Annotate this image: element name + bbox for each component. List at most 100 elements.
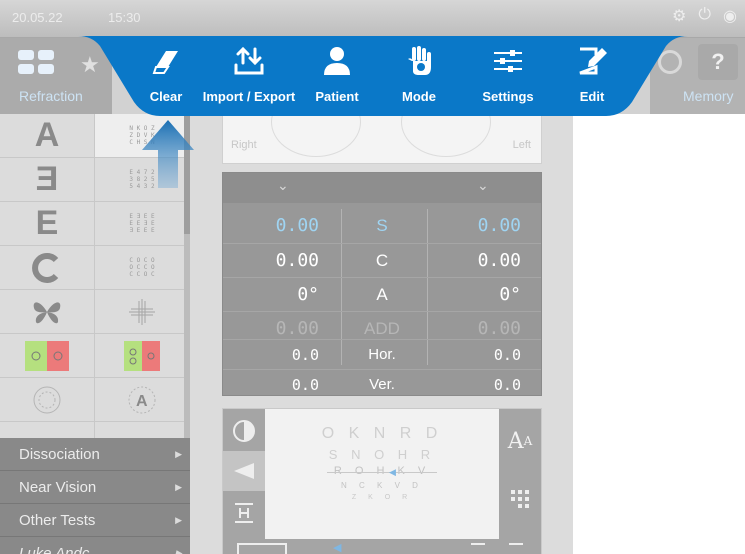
prescription-row[interactable]: 0° A 0° xyxy=(223,277,541,311)
import-export-label: Import / Export xyxy=(202,89,296,104)
menu-other-tests[interactable]: Other Tests ▶ xyxy=(0,504,190,537)
right-tool-column: AA xyxy=(499,409,541,554)
settings-label: Settings xyxy=(482,89,534,104)
status-icons: ⚙ ⏻ ◉ xyxy=(672,6,737,26)
right-eye-value: 0.00 xyxy=(275,318,319,339)
side-menu: Dissociation ▶ Near Vision ▶ Other Tests ▶ … xyxy=(0,438,190,554)
chart-astig-a[interactable]: A xyxy=(95,378,190,422)
param-label: Hor. xyxy=(368,346,396,363)
play-left-icon[interactable]: ◀ xyxy=(333,541,341,554)
patient-label: Patient xyxy=(315,89,359,104)
menu-luke-andc[interactable]: Luke Andc ▶ xyxy=(0,537,190,554)
prescription-row[interactable]: 0.00 C 0.00 xyxy=(223,243,541,277)
landolt-c-icon xyxy=(32,252,59,283)
chart-number-3[interactable]: Ǝ xyxy=(0,158,95,202)
left-eye-label: Left xyxy=(512,139,531,151)
chart-landolt-c[interactable] xyxy=(0,246,95,290)
left-eye-value: 0.00 xyxy=(477,250,521,271)
chart-letter-a[interactable]: A xyxy=(0,114,95,158)
left-tool-column xyxy=(223,409,265,554)
chart-cross-thumb[interactable] xyxy=(95,290,190,334)
acuity-row: S N O H R xyxy=(328,447,436,462)
play-left-icon[interactable] xyxy=(223,451,265,491)
time-display: 15:30 xyxy=(108,10,141,25)
minus-icon[interactable] xyxy=(471,543,485,545)
font-size-button[interactable]: AA xyxy=(499,421,541,461)
chevron-right-icon: ▶ xyxy=(175,482,182,492)
right-eye-value: 0.0 xyxy=(291,376,319,394)
chart-butterfly[interactable] xyxy=(0,290,95,334)
tab-memory-label: Memory xyxy=(683,88,734,104)
red-green-icon xyxy=(25,340,69,371)
mode-label: Mode xyxy=(402,89,436,104)
prescription-row[interactable]: 0.0 Ver. 0.0 xyxy=(223,369,541,399)
chevron-right-icon: ▶ xyxy=(175,515,182,525)
acuity-row: O K N R D xyxy=(321,425,443,442)
arrow-up-icon xyxy=(142,120,194,188)
gear-icon[interactable]: ⚙ xyxy=(672,6,686,26)
contrast-icon[interactable] xyxy=(223,411,265,451)
acuity-chart-panel: O K N R D S N O H R R O H K V N C K V D … xyxy=(222,408,542,554)
patient-icon xyxy=(324,47,350,75)
prescription-header: ⌄ ⌄ xyxy=(223,173,541,203)
help-button[interactable]: ? xyxy=(698,44,738,80)
chevron-down-icon[interactable]: ⌄ xyxy=(477,177,489,194)
date-display: 20.05.22 xyxy=(12,10,63,25)
clear-button[interactable]: Clear xyxy=(136,32,196,118)
duochrome-icon xyxy=(124,340,160,371)
sliders-icon xyxy=(494,50,522,72)
cross-grid-icon xyxy=(129,298,155,325)
patient-button[interactable]: Patient xyxy=(306,32,368,118)
eye-selector[interactable]: Right Left xyxy=(222,87,542,164)
left-eye-value: 0.0 xyxy=(493,346,521,364)
mode-button[interactable]: Mode xyxy=(388,32,450,118)
chevron-right-icon: ▶ xyxy=(175,548,182,554)
param-label: A xyxy=(376,285,388,304)
chart-c-thumb[interactable]: C O C OO C C OC C O C xyxy=(95,246,190,290)
chart-dots-circle[interactable] xyxy=(0,378,95,422)
butterfly-icon xyxy=(33,301,61,323)
acuity-line xyxy=(327,472,437,473)
prescription-row[interactable]: 0.00 S 0.00 xyxy=(223,209,541,243)
svg-text:A: A xyxy=(136,393,148,410)
param-label: Ver. xyxy=(369,376,395,393)
menu-dissociation[interactable]: Dissociation ▶ xyxy=(0,438,190,471)
param-label: C xyxy=(375,251,389,270)
param-label: ADD xyxy=(364,319,400,338)
left-eye-value: 0° xyxy=(499,284,521,305)
acuity-row: N C K V D xyxy=(341,481,423,490)
chart-e-thumb[interactable]: E Ǝ E EE E Ǝ EƎ E E E xyxy=(95,202,190,246)
rectangle-icon[interactable] xyxy=(237,543,287,554)
chevron-down-icon[interactable]: ⌄ xyxy=(277,177,289,194)
right-eye-value: 0.00 xyxy=(275,250,319,271)
left-eye-value: 0.00 xyxy=(477,318,521,339)
chart-tumbling-e[interactable]: E xyxy=(0,202,95,246)
menu-near-vision[interactable]: Near Vision ▶ xyxy=(0,471,190,504)
acuity-pointer-icon: ◀ xyxy=(389,467,401,477)
prescription-panel: ⌄ ⌄ 0.00 S 0.00 0.00 C 0.00 0° A 0° 0.00 ADD 0.00 0.… xyxy=(222,172,542,396)
chart-red-green-thumb[interactable] xyxy=(0,334,95,378)
hand-gear-icon xyxy=(408,46,431,75)
tab-refraction-label: Refraction xyxy=(19,88,83,104)
eraser-icon xyxy=(152,51,178,74)
acuity-row: R O H K V xyxy=(333,465,431,477)
param-label: S xyxy=(376,216,388,235)
grid-icon xyxy=(18,50,56,76)
import-export-button[interactable]: Import / Export xyxy=(198,32,300,118)
chevron-right-icon: ▶ xyxy=(175,449,182,459)
right-eye-value: 0.00 xyxy=(275,215,319,236)
toggle-icon[interactable]: ◉ xyxy=(723,6,737,26)
prescription-row[interactable]: 0.0 Hor. 0.0 xyxy=(223,339,541,369)
chart-duochrome-thumb[interactable] xyxy=(95,334,190,378)
minus-icon[interactable] xyxy=(509,543,523,545)
dots-grid-icon[interactable] xyxy=(499,479,541,519)
settings-button[interactable]: Settings xyxy=(472,32,544,118)
left-eye-value: 0.0 xyxy=(493,376,521,394)
power-icon[interactable]: ⏻ xyxy=(698,6,711,26)
edit-button[interactable]: Edit xyxy=(564,32,620,118)
dots-circle-icon xyxy=(33,386,61,413)
edit-label: Edit xyxy=(579,89,605,104)
height-adjust-icon[interactable] xyxy=(223,493,265,533)
import-export-icon xyxy=(234,46,264,75)
right-eye-value: 0° xyxy=(297,284,319,305)
